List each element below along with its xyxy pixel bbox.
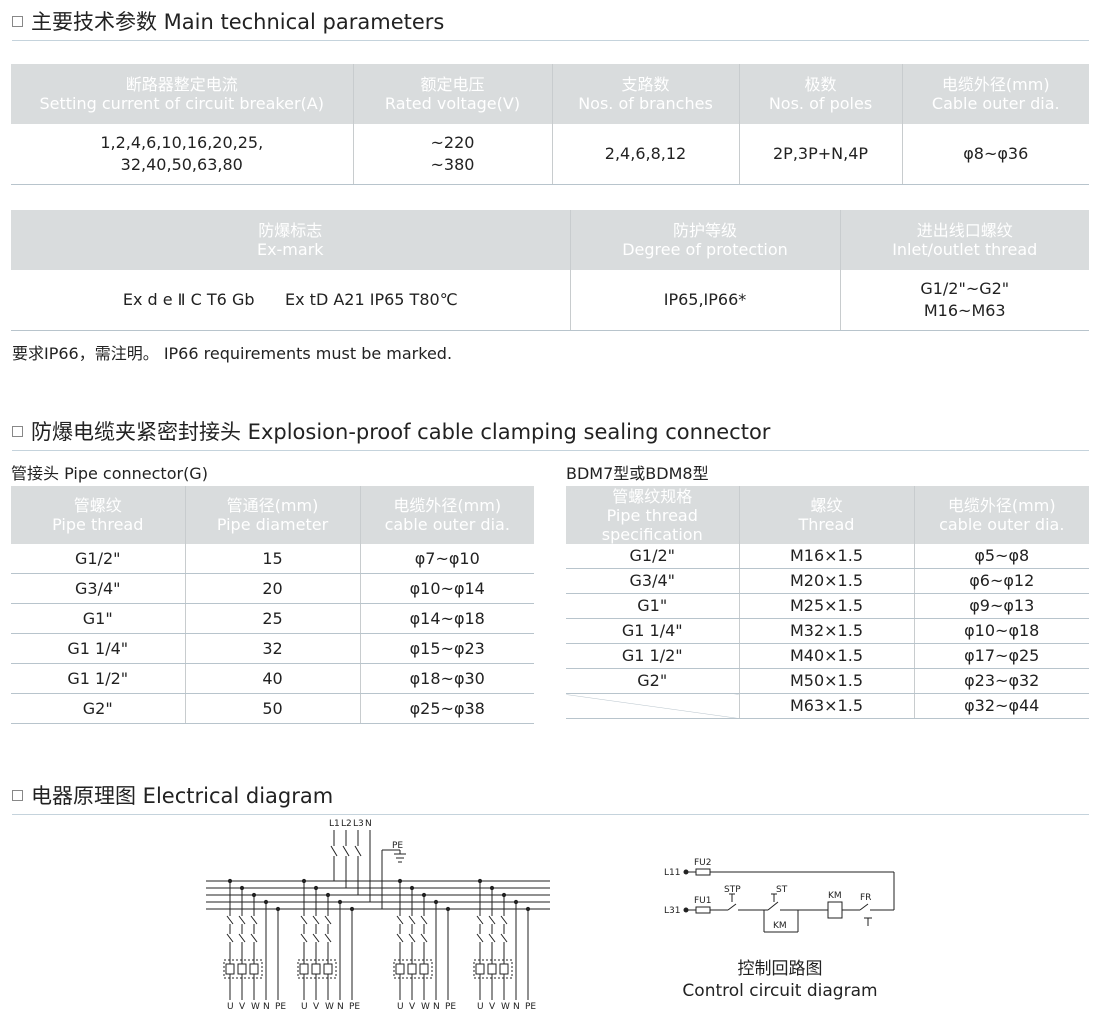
cell-current: 1,2,4,6,10,16,20,25, 32,40,50,63,80 — [11, 124, 353, 185]
table-row: M63×1.5 φ32~φ44 — [566, 693, 1089, 719]
ip66-note: 要求IP66，需注明。 IP66 requirements must be ma… — [12, 344, 453, 363]
header-cable-dia: 电缆外径(mm) cable outer dia. — [359, 486, 534, 544]
branch-output-label: V — [313, 1002, 320, 1012]
branch-output-label: W — [501, 1002, 510, 1012]
table-row: G1 1/2" 40 φ18~φ30 — [11, 663, 534, 694]
ex-mark-table: 防爆标志 Ex-mark 防护等级 Degree of protection 进出线… — [11, 210, 1089, 331]
table-row: G1 1/2" M40×1.5 φ17~φ25 — [566, 643, 1089, 669]
header-current: 断路器整定电流 Setting current of circuit breake… — [11, 64, 353, 124]
branch-output-label: PE — [349, 1002, 360, 1012]
svg-text:L11: L11 — [664, 868, 680, 878]
header-branches: 支路数 Nos. of branches — [551, 64, 739, 124]
branch-output-label: N — [513, 1002, 520, 1012]
header-thread: 螺纹 Thread — [738, 486, 914, 544]
branch-output-label: U — [397, 1002, 404, 1012]
cell-exmark: Ex d e Ⅱ C T6 Gb Ex tD A21 IP65 T80℃ — [11, 270, 570, 331]
section-title-electrical: 电器原理图 Electrical diagram — [12, 780, 333, 810]
branch-output-label: V — [239, 1002, 246, 1012]
cell-protection: IP65,IP66* — [569, 270, 840, 331]
control-circuit-diagram: L11 FU2 L31 FU1 STP ST KM KM FR — [664, 858, 895, 933]
table-row: G3/4" 20 φ10~φ14 — [11, 573, 534, 604]
branch-output-label: U — [301, 1002, 308, 1012]
branch-output-label: PE — [445, 1002, 456, 1012]
table-row: G1" M25×1.5 φ9~φ13 — [566, 593, 1089, 619]
svg-text:STP: STP — [724, 885, 741, 895]
bdm-table: 管螺纹规格 Pipe thread specification 螺纹 Thread 电… — [566, 486, 1089, 719]
header-pipe-diameter: 管通径(mm) Pipe diameter — [184, 486, 360, 544]
svg-text:PE: PE — [392, 841, 403, 851]
branch-output-label: W — [251, 1002, 260, 1012]
branch-output-label: PE — [525, 1002, 536, 1012]
svg-text:L31: L31 — [664, 906, 680, 916]
cell-voltage: ~220 ~380 — [352, 124, 552, 185]
svg-text:FU2: FU2 — [694, 858, 712, 868]
svg-text:FR: FR — [860, 893, 871, 903]
main-params-table: 断路器整定电流 Setting current of circuit breake… — [11, 64, 1089, 185]
svg-text:FU1: FU1 — [694, 896, 712, 906]
branch-output-label: V — [489, 1002, 496, 1012]
branch-output-label: N — [337, 1002, 344, 1012]
table-row: G3/4" M20×1.5 φ6~φ12 — [566, 568, 1089, 594]
cell-poles: 2P,3P+N,4P — [738, 124, 902, 185]
svg-text:L2: L2 — [341, 819, 352, 829]
table-row: G1/2" M16×1.5 φ5~φ8 — [566, 544, 1089, 569]
header-poles: 极数 Nos. of poles — [738, 64, 902, 124]
pipe-connector-table: 管螺纹 Pipe thread 管通径(mm) Pipe diameter 电缆外径… — [11, 486, 534, 724]
cell-cable: φ8~φ36 — [901, 124, 1089, 185]
control-circuit-caption: 控制回路图 Control circuit diagram — [682, 959, 878, 1001]
branch-output-label: U — [477, 1002, 484, 1012]
header-pipe-thread: 管螺纹 Pipe thread — [11, 486, 185, 544]
table-row: G1" 25 φ14~φ18 — [11, 603, 534, 634]
header-thread: 进出线口螺纹 Inlet/outlet thread — [839, 210, 1089, 270]
branch-output-label: N — [263, 1002, 270, 1012]
branch-output-label: PE — [275, 1002, 286, 1012]
bdm-label: BDM7型或BDM8型 — [566, 464, 709, 483]
header-protection: 防护等级 Degree of protection — [569, 210, 840, 270]
cell-branches: 2,4,6,8,12 — [551, 124, 739, 185]
cell-thread: G1/2"~G2" M16~M63 — [839, 270, 1089, 331]
branch-output-label: W — [325, 1002, 334, 1012]
header-pipe-thread-spec: 管螺纹规格 Pipe thread specification — [566, 486, 739, 544]
pipe-connector-label: 管接头 Pipe connector(G) — [11, 464, 208, 483]
branch-output-label: U — [227, 1002, 234, 1012]
table-row: G2" 50 φ25~φ38 — [11, 693, 534, 724]
header-voltage: 额定电压 Rated voltage(V) — [352, 64, 552, 124]
svg-text:L1: L1 — [329, 819, 340, 829]
header-cable-dia-2: 电缆外径(mm) cable outer dia. — [913, 486, 1089, 544]
section-title-connector: 防爆电缆夹紧密封接头 Explosion-proof cable clampin… — [12, 416, 770, 446]
branch-output-label: N — [433, 1002, 440, 1012]
header-cable: 电缆外径(mm) Cable outer dia. — [901, 64, 1089, 124]
svg-text:KM: KM — [773, 921, 787, 931]
svg-text:ST: ST — [776, 885, 788, 895]
svg-text:L3: L3 — [353, 819, 364, 829]
svg-text:N: N — [365, 819, 372, 829]
branch-output-label: W — [421, 1002, 430, 1012]
table-row: G1/2" 15 φ7~φ10 — [11, 544, 534, 574]
electrical-diagram: L1 L2 L3 N PE U V W N PE U V W N PE U V W N PE U V W N PE — [206, 819, 550, 1012]
svg-text:KM: KM — [828, 891, 842, 901]
header-exmark: 防爆标志 Ex-mark — [11, 210, 570, 270]
empty-diagonal-cell — [566, 693, 739, 719]
table-row: G1 1/4" 32 φ15~φ23 — [11, 633, 534, 664]
section-title-main-params: 主要技术参数 Main technical parameters — [12, 6, 444, 36]
table-row: G2" M50×1.5 φ23~φ32 — [566, 668, 1089, 694]
table-row: G1 1/4" M32×1.5 φ10~φ18 — [566, 618, 1089, 644]
branch-output-label: V — [409, 1002, 416, 1012]
